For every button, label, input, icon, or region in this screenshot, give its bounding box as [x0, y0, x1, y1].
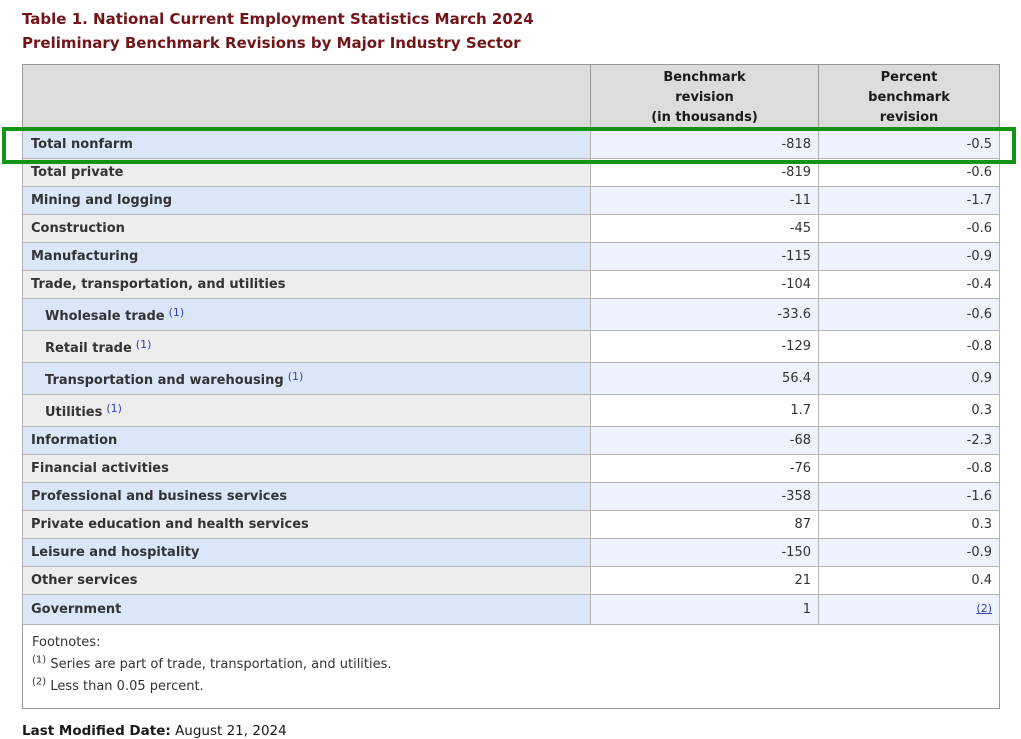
footnotes-heading: Footnotes: — [32, 632, 990, 654]
benchmark-revision-value: -104 — [591, 271, 819, 299]
industry-label: Manufacturing — [23, 243, 591, 271]
percent-benchmark-revision-column-header: Percent benchmark revision — [819, 65, 1000, 131]
footnote-2-text: Less than 0.05 percent. — [50, 679, 203, 694]
benchmark-revision-value: -818 — [591, 131, 819, 159]
table-row: Retail trade(1)-129-0.8 — [23, 331, 1000, 363]
benchmark-revision-value: -11 — [591, 187, 819, 215]
percent-benchmark-revision-value: (2) — [819, 595, 1000, 625]
benchmark-revision-value: 87 — [591, 511, 819, 539]
table-row: Other services210.4 — [23, 567, 1000, 595]
table-title-line1: Table 1. National Current Employment Sta… — [22, 7, 999, 31]
percent-benchmark-revision-value: -0.4 — [819, 271, 1000, 299]
footnote-1-text: Series are part of trade, transportation… — [50, 657, 391, 672]
industry-label: Wholesale trade(1) — [23, 299, 591, 331]
table-row: Total private-819-0.6 — [23, 159, 1000, 187]
industry-label: Leisure and hospitality — [23, 539, 591, 567]
benchmark-revision-value: -819 — [591, 159, 819, 187]
header-row: Benchmark revision (in thousands) Percen… — [23, 65, 1000, 131]
industry-label: Government — [23, 595, 591, 625]
benchmark-revision-value: -33.6 — [591, 299, 819, 331]
footnote-1-link[interactable]: (1) — [136, 338, 152, 351]
footnote-1: (1) Series are part of trade, transporta… — [32, 654, 990, 676]
table-row: Information-68-2.3 — [23, 427, 1000, 455]
benchmark-revision-value: 56.4 — [591, 363, 819, 395]
benchmark-revision-value: -76 — [591, 455, 819, 483]
benchmark-revision-value: 1.7 — [591, 395, 819, 427]
table-title-line2: Preliminary Benchmark Revisions by Major… — [22, 31, 999, 55]
benchmark-revision-value: -150 — [591, 539, 819, 567]
table-row: Private education and health services870… — [23, 511, 1000, 539]
percent-benchmark-revision-value: 0.4 — [819, 567, 1000, 595]
benchmark-revision-value: -115 — [591, 243, 819, 271]
percent-benchmark-revision-value: -2.3 — [819, 427, 1000, 455]
industry-label: Mining and logging — [23, 187, 591, 215]
industry-label: Utilities(1) — [23, 395, 591, 427]
footnote-1-link[interactable]: (1) — [288, 370, 304, 383]
benchmark-revisions-table: Benchmark revision (in thousands) Percen… — [22, 64, 1000, 709]
industry-label: Information — [23, 427, 591, 455]
percent-benchmark-revision-value: -0.6 — [819, 299, 1000, 331]
industry-label: Other services — [23, 567, 591, 595]
percent-benchmark-revision-value: -0.6 — [819, 159, 1000, 187]
industry-label: Retail trade(1) — [23, 331, 591, 363]
footnote-2-marker: (2) — [32, 677, 46, 688]
table-row: Construction-45-0.6 — [23, 215, 1000, 243]
percent-benchmark-revision-value: -0.8 — [819, 455, 1000, 483]
benchmark-revision-value: 1 — [591, 595, 819, 625]
footnote-1-link[interactable]: (1) — [106, 402, 122, 415]
table-row: Financial activities-76-0.8 — [23, 455, 1000, 483]
percent-benchmark-revision-value: -0.5 — [819, 131, 1000, 159]
table-row: Government1 (2) — [23, 595, 1000, 625]
benchmark-revision-column-header: Benchmark revision (in thousands) — [591, 65, 819, 131]
footnote-2: (2) Less than 0.05 percent. — [32, 676, 990, 698]
footnotes-cell: Footnotes: (1) Series are part of trade,… — [23, 625, 1000, 709]
industry-label: Total nonfarm — [23, 131, 591, 159]
percent-benchmark-revision-value: -0.9 — [819, 539, 1000, 567]
last-modified-label: Last Modified Date: — [22, 723, 171, 739]
footnote-2-link[interactable]: (2) — [976, 602, 992, 615]
industry-label: Construction — [23, 215, 591, 243]
table-row: Trade, transportation, and utilities-104… — [23, 271, 1000, 299]
benchmark-revision-value: 21 — [591, 567, 819, 595]
industry-label: Professional and business services — [23, 483, 591, 511]
table-area: Benchmark revision (in thousands) Percen… — [22, 64, 999, 709]
table-row: Total nonfarm-818-0.5 — [23, 131, 1000, 159]
table-row: Mining and logging-11-1.7 — [23, 187, 1000, 215]
page: Table 1. National Current Employment Sta… — [0, 0, 1021, 739]
percent-benchmark-revision-value: 0.3 — [819, 511, 1000, 539]
table-row: Transportation and warehousing(1)56.40.9 — [23, 363, 1000, 395]
benchmark-revision-value: -129 — [591, 331, 819, 363]
percent-benchmark-revision-value: -0.6 — [819, 215, 1000, 243]
benchmark-revision-value: -45 — [591, 215, 819, 243]
footnote-1-link[interactable]: (1) — [169, 306, 185, 319]
footnote-1-marker: (1) — [32, 655, 46, 666]
table-row: Leisure and hospitality-150-0.9 — [23, 539, 1000, 567]
percent-benchmark-revision-value: 0.9 — [819, 363, 1000, 395]
benchmark-revision-value: -68 — [591, 427, 819, 455]
percent-benchmark-revision-value: -1.6 — [819, 483, 1000, 511]
industry-label: Trade, transportation, and utilities — [23, 271, 591, 299]
table-row: Manufacturing-115-0.9 — [23, 243, 1000, 271]
industry-label: Total private — [23, 159, 591, 187]
table-row: Professional and business services-358-1… — [23, 483, 1000, 511]
last-modified: Last Modified Date: August 21, 2024 — [22, 723, 999, 739]
percent-benchmark-revision-value: -0.9 — [819, 243, 1000, 271]
percent-benchmark-revision-value: -0.8 — [819, 331, 1000, 363]
table-row: Utilities(1)1.70.3 — [23, 395, 1000, 427]
industry-label: Private education and health services — [23, 511, 591, 539]
industry-label: Financial activities — [23, 455, 591, 483]
benchmark-revision-value: -358 — [591, 483, 819, 511]
percent-benchmark-revision-value: 0.3 — [819, 395, 1000, 427]
corner-header-cell — [23, 65, 591, 131]
industry-label: Transportation and warehousing(1) — [23, 363, 591, 395]
footnotes-row: Footnotes: (1) Series are part of trade,… — [23, 625, 1000, 709]
table-row: Wholesale trade(1)-33.6-0.6 — [23, 299, 1000, 331]
last-modified-value: August 21, 2024 — [175, 723, 287, 739]
percent-benchmark-revision-value: -1.7 — [819, 187, 1000, 215]
